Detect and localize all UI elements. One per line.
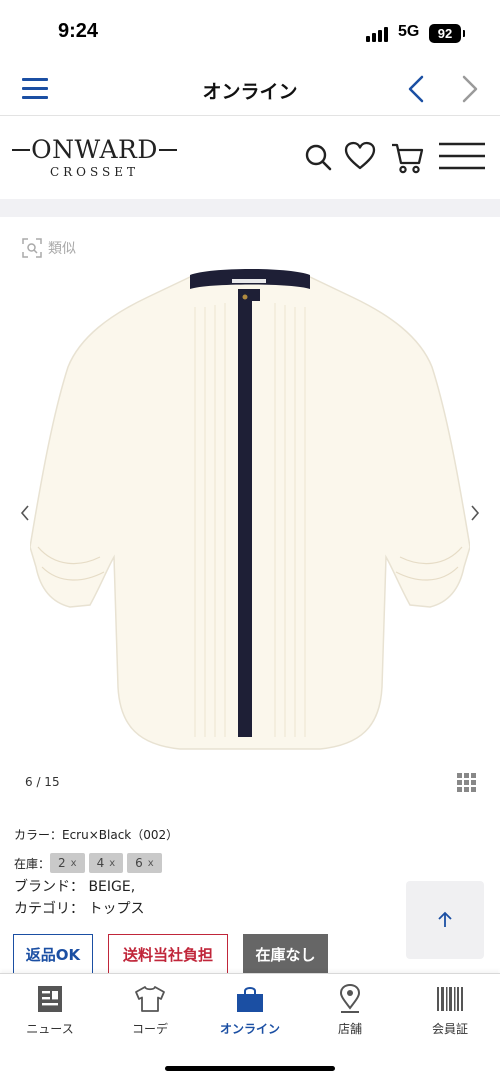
stock-label: 在庫： xyxy=(14,856,51,871)
brand-info: ブランド： BEIGE, xyxy=(14,879,136,895)
search-icon[interactable] xyxy=(303,141,333,173)
color-info: カラー：Ecru×Black（002） xyxy=(14,828,179,842)
tab-online[interactable]: オンライン xyxy=(200,982,300,1042)
free-shipping-badge[interactable]: 送料当社負担 xyxy=(108,934,228,974)
menu-icon[interactable] xyxy=(438,141,486,171)
product-image xyxy=(30,269,470,750)
image-counter: 6 / 15 xyxy=(25,775,60,789)
arrow-up-icon xyxy=(438,911,452,927)
similar-label: 類似 xyxy=(48,241,76,257)
logo-sub-text: CROSSET xyxy=(49,165,140,179)
tab-membership-card[interactable]: 会員証 xyxy=(400,982,500,1042)
next-image-arrow-icon[interactable] xyxy=(468,503,482,523)
scroll-to-top-button[interactable] xyxy=(406,881,484,959)
map-pin-icon xyxy=(339,984,361,1013)
previous-image-arrow-icon[interactable] xyxy=(18,503,32,523)
tab-news[interactable]: ニュース xyxy=(0,982,100,1042)
network-label: 5G xyxy=(398,23,420,40)
product-badges: 返品OK 送料当社負担 在庫なし xyxy=(13,934,343,974)
size-chip-6[interactable]: 6x xyxy=(127,853,162,873)
header-divider xyxy=(0,199,500,217)
size-chip-4[interactable]: 4x xyxy=(88,853,124,873)
status-time: 9:24 xyxy=(58,20,99,42)
tshirt-icon xyxy=(135,986,165,1012)
product-details: カラー：Ecru×Black（002） 在庫： 2x 4x 6x ブランド： B… xyxy=(14,825,394,920)
browser-header: オンライン xyxy=(0,62,500,116)
battery-icon: 92 xyxy=(429,24,461,43)
status-bar: 9:24 5G 92 xyxy=(0,0,500,62)
category-info: カテゴリ： トップス xyxy=(14,901,145,917)
cart-icon[interactable] xyxy=(390,141,424,175)
site-logo[interactable]: ONWARD CROSSET xyxy=(12,135,177,181)
news-icon xyxy=(38,986,62,1012)
stock-info: 在庫： 2x 4x 6x xyxy=(14,852,394,874)
tab-stores[interactable]: 店舗 xyxy=(300,982,400,1042)
home-indicator xyxy=(165,1066,335,1071)
returns-ok-badge[interactable]: 返品OK xyxy=(13,934,93,974)
size-chip-2[interactable]: 2x xyxy=(50,853,85,873)
product-gallery[interactable]: 類似 6 / 15 xyxy=(0,217,500,807)
shopping-bag-icon xyxy=(237,987,263,1012)
tab-coordinate[interactable]: コーデ xyxy=(100,982,200,1042)
site-header: ONWARD CROSSET xyxy=(0,117,500,199)
heart-icon[interactable] xyxy=(344,141,376,171)
signal-icon xyxy=(366,26,390,42)
forward-arrow-icon[interactable] xyxy=(456,74,484,104)
barcode-icon xyxy=(437,987,463,1011)
logo-main-text: ONWARD xyxy=(31,135,158,164)
bottom-nav: ニュース コーデ オンライン 店舗 会員証 xyxy=(0,973,500,1080)
back-arrow-icon[interactable] xyxy=(402,74,430,104)
scan-search-icon xyxy=(22,238,42,258)
grid-view-icon[interactable] xyxy=(457,773,477,793)
out-of-stock-badge[interactable]: 在庫なし xyxy=(243,934,328,974)
similar-items-button[interactable]: 類似 xyxy=(22,237,76,259)
